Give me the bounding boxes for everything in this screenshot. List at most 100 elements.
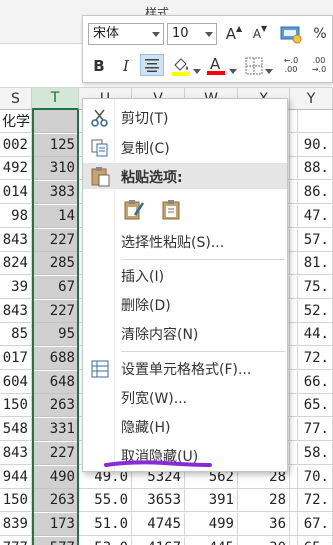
cell[interactable] [290,465,298,489]
font-color-button[interactable]: A [205,55,227,77]
cell[interactable]: 263 [32,489,79,513]
cell[interactable]: 017 [0,347,32,370]
cell[interactable]: 58. [298,441,333,465]
menu-item-insert[interactable]: 插入(I) [83,261,287,290]
cell[interactable]: 28 [238,489,290,513]
cell[interactable]: 824 [0,252,32,276]
cell[interactable]: 4745 [132,512,185,536]
cell[interactable] [290,275,298,299]
cell[interactable] [290,110,298,133]
cell[interactable]: 化学 [0,110,32,133]
menu-item-copy[interactable]: 复制(C) [83,133,287,162]
cell[interactable]: 51.0 [79,512,132,536]
cell[interactable]: 944 [0,465,32,489]
cell[interactable]: 4167 [132,536,185,545]
cell[interactable]: 65. [298,536,333,545]
cell[interactable]: 227 [32,228,79,252]
cell[interactable] [290,441,298,465]
cell[interactable]: 014 [0,181,32,205]
cell[interactable]: 57. [298,228,333,252]
cell[interactable]: 648 [32,370,79,394]
cell[interactable] [290,181,298,205]
cell[interactable]: 14 [32,204,79,228]
cell[interactable]: 843 [0,228,32,252]
grow-font-button[interactable]: A ▲ [223,23,245,45]
cell[interactable]: 44. [298,323,333,347]
cell[interactable] [290,536,298,545]
cell[interactable]: 81. [298,252,333,276]
cell[interactable] [290,394,298,418]
format-painter-button[interactable]: % [309,23,331,45]
cell[interactable]: 688 [32,347,79,370]
font-color-dropdown[interactable] [229,60,237,82]
column-header-y[interactable]: Y [290,88,333,110]
bold-button[interactable]: B [90,55,108,77]
cell[interactable] [290,512,298,536]
cell[interactable] [290,347,298,370]
paste-keep-format-button[interactable] [119,195,147,223]
cell[interactable] [298,110,333,133]
cell[interactable]: 98 [0,204,32,228]
fill-color-button[interactable] [169,55,193,77]
cell[interactable] [290,157,298,181]
shrink-font-button[interactable]: A ▼ [249,23,271,45]
column-header-t[interactable]: T [32,88,79,110]
cell[interactable] [290,418,298,442]
cell[interactable]: 843 [0,441,32,465]
cell[interactable]: 85 [0,323,32,347]
cell[interactable]: 839 [0,512,32,536]
font-size-select[interactable]: 10 [167,23,217,45]
cell[interactable]: 310 [32,157,79,181]
cell[interactable]: 499 [185,512,238,536]
cell[interactable]: 150 [0,394,32,418]
cell[interactable]: 90. [298,133,333,157]
borders-button[interactable] [243,55,265,77]
cell[interactable]: 70. [298,465,333,489]
menu-item-delete[interactable]: 删除(D) [83,290,287,319]
borders-dropdown[interactable] [265,60,273,82]
number-format-button[interactable] [277,23,305,45]
fill-color-dropdown[interactable] [193,60,201,82]
cell[interactable] [290,489,298,513]
cell[interactable] [290,299,298,323]
cell[interactable]: 777 [0,536,32,545]
cell[interactable]: 445 [185,536,238,545]
cell[interactable]: 150 [0,489,32,513]
cell[interactable]: 67 [32,275,79,299]
cell[interactable]: 263 [32,394,79,418]
increase-decimal-button[interactable]: ←.0 .00 [279,54,303,76]
cell[interactable]: 383 [32,181,79,205]
cell[interactable]: 125 [32,133,79,157]
cell[interactable]: 331 [32,418,79,442]
cell[interactable] [32,110,79,133]
cell[interactable]: 604 [0,370,32,394]
column-header-s[interactable]: S [0,88,32,110]
cell[interactable]: 47. [298,204,333,228]
menu-item-format-cells[interactable]: 设置单元格格式(F)... [83,354,287,383]
cell[interactable]: 3653 [132,489,185,513]
cell[interactable]: 30 [238,536,290,545]
cell[interactable]: 548 [0,418,32,442]
cell[interactable]: 492 [0,157,32,181]
cell[interactable]: 55.0 [79,489,132,513]
menu-item-hide[interactable]: 隐藏(H) [83,412,287,441]
cell[interactable]: 72. [298,347,333,370]
cell[interactable]: 75. [298,275,333,299]
cell[interactable] [290,323,298,347]
cell[interactable]: 227 [32,441,79,465]
cell[interactable] [290,228,298,252]
cell[interactable]: 67. [298,512,333,536]
cell[interactable]: 173 [32,512,79,536]
cell[interactable]: 36 [238,512,290,536]
cell[interactable]: 53.0 [79,536,132,545]
cell[interactable]: 002 [0,133,32,157]
menu-item-column-width[interactable]: 列宽(W)... [83,383,287,412]
cell[interactable] [290,370,298,394]
cell[interactable]: 72. [298,489,333,513]
italic-button[interactable]: I [117,55,135,77]
cell[interactable] [290,204,298,228]
cell[interactable]: 577 [32,536,79,545]
decrease-decimal-button[interactable]: .00 →.0 [307,54,331,76]
menu-item-clear-contents[interactable]: 清除内容(N) [83,319,287,348]
cell[interactable]: 227 [32,299,79,323]
